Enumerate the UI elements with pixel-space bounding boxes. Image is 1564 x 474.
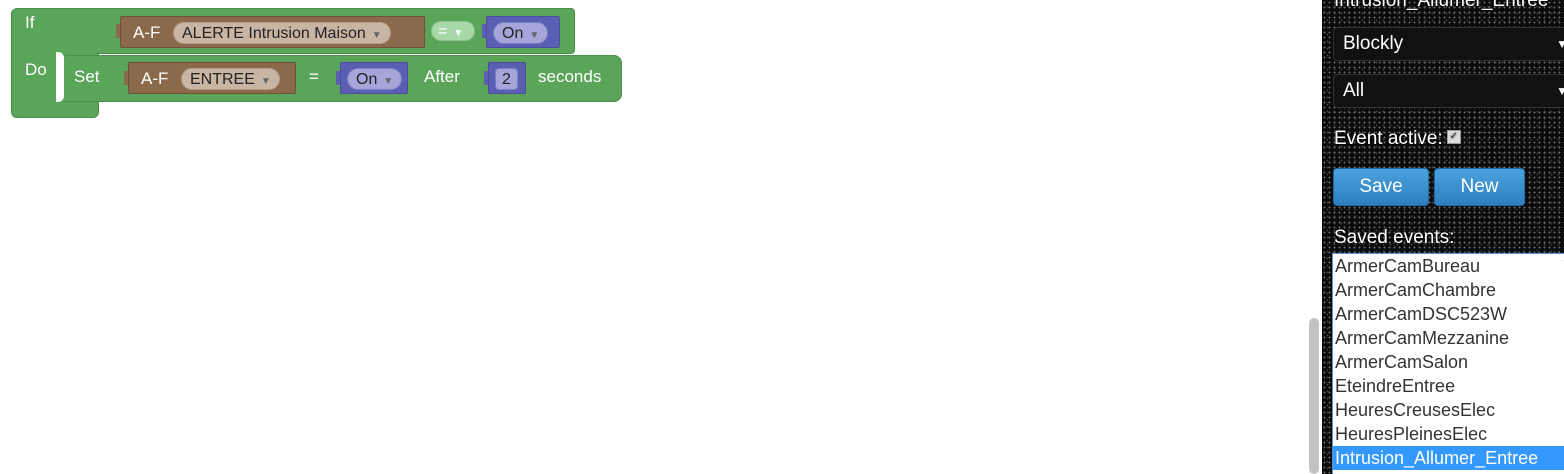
saved-events-label: Saved events: [1334, 227, 1455, 248]
list-item[interactable]: HeuresPleinesElec [1333, 422, 1564, 446]
event-scope-select[interactable]: All ▼ [1333, 74, 1564, 108]
event-active-label: Event active: [1334, 128, 1443, 149]
chevron-down-icon: ▼ [260, 76, 271, 87]
action-device-block[interactable]: A-F ENTREE ▼ [128, 62, 296, 94]
if-label: If [25, 13, 35, 32]
condition-value-dropdown[interactable]: On ▼ [493, 22, 549, 44]
condition-device-dropdown[interactable]: ALERTE Intrusion Maison ▼ [173, 22, 391, 44]
seconds-label: seconds [538, 67, 602, 86]
event-active-checkbox[interactable]: ✓ [1446, 129, 1461, 144]
list-item[interactable]: ArmerCamDSC523W [1333, 302, 1564, 326]
do-label: Do [25, 60, 47, 79]
condition-operator-dropdown[interactable]: = ▼ [431, 21, 475, 41]
event-scope-value: All [1343, 80, 1365, 101]
chevron-down-icon: ▼ [383, 76, 394, 87]
new-button[interactable]: New [1434, 168, 1525, 206]
list-item[interactable]: Intrusion_Allumer_Entree [1333, 446, 1564, 470]
condition-device-prefix: A-F [133, 23, 161, 42]
save-button[interactable]: Save [1333, 168, 1429, 206]
condition-value: On [502, 25, 524, 42]
delay-input[interactable]: 2 [495, 68, 518, 90]
caret-down-icon: ▼ [1556, 84, 1564, 98]
action-equals: = [309, 67, 319, 86]
action-value-dropdown[interactable]: On ▼ [347, 68, 403, 90]
set-label: Set [74, 67, 100, 86]
condition-device-block[interactable]: A-F ALERTE Intrusion Maison ▼ [120, 16, 425, 48]
chevron-down-icon: ▼ [453, 28, 464, 39]
saved-events-list[interactable]: ArmerCamBureau ArmerCamChambre ArmerCamDSC… [1332, 253, 1564, 474]
list-item[interactable]: ArmerCamBureau [1333, 254, 1564, 278]
event-type-select[interactable]: Blockly ▼ [1333, 27, 1564, 61]
event-panel: Intrusion_Allumer_Entree Blockly ▼ All ▼… [1322, 0, 1564, 474]
list-item[interactable]: ArmerCamSalon [1333, 350, 1564, 374]
list-item[interactable]: HeuresCreusesElec [1333, 398, 1564, 422]
action-value-block[interactable]: On ▼ [340, 62, 408, 94]
chevron-down-icon: ▼ [529, 30, 540, 41]
condition-operator: = [438, 23, 448, 40]
action-device-prefix: A-F [141, 69, 169, 88]
list-item[interactable]: ArmerCamChambre [1333, 278, 1564, 302]
list-item[interactable]: ArmerCamMezzanine [1333, 326, 1564, 350]
event-name-field[interactable]: Intrusion_Allumer_Entree [1334, 0, 1548, 12]
action-device-name: ENTREE [190, 71, 255, 88]
event-type-value: Blockly [1343, 33, 1404, 54]
do-statement-socket [56, 52, 64, 102]
workspace-scrollbar[interactable] [1306, 0, 1322, 474]
condition-value-block[interactable]: On ▼ [486, 16, 560, 48]
list-item[interactable]: EteindreEntree [1333, 374, 1564, 398]
delay-number-block[interactable]: 2 [488, 62, 526, 94]
delay-value: 2 [502, 71, 511, 88]
event-active-row: Event active: ✓ [1334, 128, 1461, 150]
caret-down-icon: ▼ [1556, 37, 1564, 51]
action-value: On [356, 71, 378, 88]
chevron-down-icon: ▼ [371, 30, 382, 41]
scrollbar-thumb[interactable] [1309, 318, 1319, 474]
blockly-workspace[interactable]: If Do A-F ALERTE Intrusion Maison ▼ = ▼ On… [0, 0, 1306, 474]
after-label: After [424, 67, 460, 86]
action-device-dropdown[interactable]: ENTREE ▼ [181, 68, 280, 90]
condition-device-name: ALERTE Intrusion Maison [182, 25, 366, 42]
